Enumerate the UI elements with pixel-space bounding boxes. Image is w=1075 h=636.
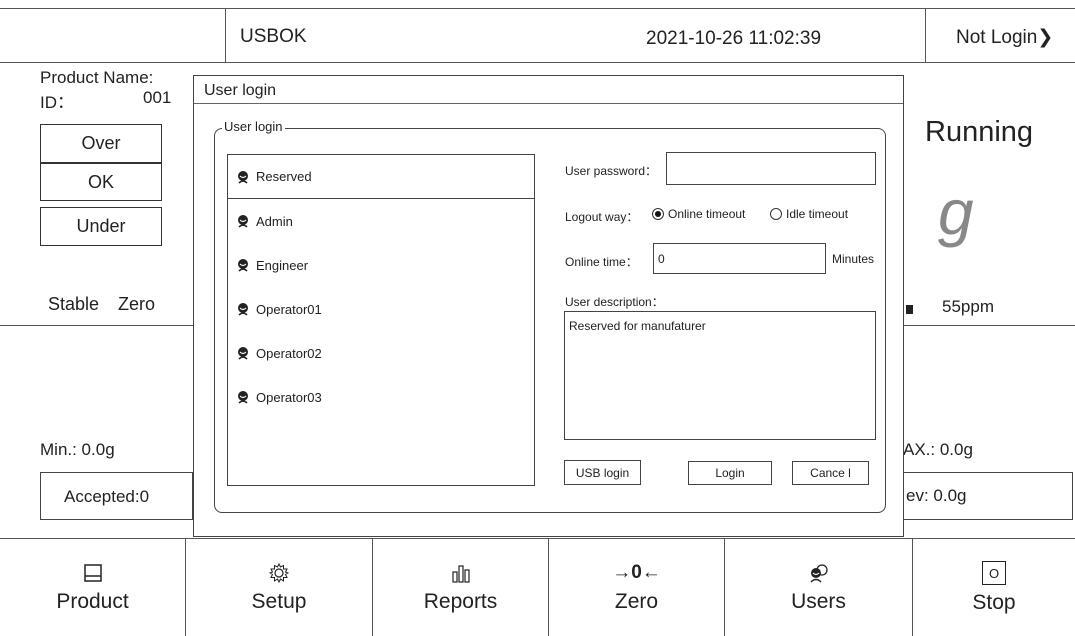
nav-product-button[interactable]: Product	[0, 540, 185, 636]
nav-divider	[0, 538, 1075, 539]
password-input[interactable]	[666, 152, 876, 185]
bar-chart-icon	[451, 565, 470, 583]
user-item-label: Engineer	[256, 257, 309, 273]
description-label: User description：	[565, 295, 664, 309]
nav-zero-button[interactable]: →0← Zero	[549, 540, 724, 636]
dev-value: ev: 0.0g	[906, 486, 967, 505]
status-marker	[906, 305, 913, 314]
radio-unchecked-icon	[770, 208, 782, 220]
max-value: AX.: 0.0g	[903, 440, 973, 459]
datetime-display: 2021-10-26 11:02:39	[646, 28, 822, 49]
cancel-button[interactable]: Cance l	[792, 461, 869, 485]
zero-arrows-icon: →0←	[612, 562, 661, 583]
user-item-label: Reserved	[256, 169, 312, 184]
run-state: Running	[925, 116, 1034, 148]
nav-setup-label: Setup	[251, 590, 307, 613]
nav-reports-label: Reports	[423, 590, 498, 613]
radio-idle-timeout[interactable]: Idle timeout	[770, 207, 848, 221]
product-name-label: Product Name:	[40, 68, 154, 87]
radio-checked-icon	[652, 208, 664, 220]
chevron-right-icon: ❯	[1037, 27, 1054, 48]
user-item-label: Operator01	[256, 301, 322, 317]
gear-icon	[268, 562, 290, 584]
product-id-label: ID：	[40, 93, 74, 112]
login-status-button[interactable]: Not Login❯	[956, 26, 1053, 49]
stop-icon-glyph: O	[988, 565, 1000, 581]
user-avatar-icon	[238, 391, 248, 404]
list-item-operator01[interactable]: Operator01	[228, 287, 534, 331]
nav-stop-label: Stop	[972, 591, 1016, 614]
speed-indicator: 55ppm	[942, 297, 994, 316]
header-divider	[0, 62, 1075, 63]
minutes-label: Minutes	[832, 252, 875, 266]
stop-icon: O	[982, 561, 1006, 585]
user-login-dialog: User login User login Reserved Admin Eng…	[193, 75, 904, 537]
min-value: Min.: 0.0g	[40, 440, 115, 459]
user-item-label: Admin	[256, 213, 293, 229]
nav-setup-button[interactable]: Setup	[186, 540, 372, 636]
user-item-label: Operator03	[256, 389, 322, 405]
nav-reports-button[interactable]: Reports	[373, 540, 548, 636]
accepted-count: Accepted:0	[64, 487, 150, 506]
radio-idle-label: Idle timeout	[786, 207, 849, 221]
product-tray-icon	[83, 564, 102, 582]
user-avatar-icon	[238, 215, 248, 228]
status-over: Over	[40, 124, 162, 163]
users-icon	[809, 564, 828, 583]
password-label: User password：	[565, 164, 658, 178]
header-col-divider-2	[925, 8, 926, 62]
stable-indicator: Stable	[48, 294, 100, 314]
list-item-engineer[interactable]: Engineer	[228, 243, 534, 287]
usb-login-button[interactable]: USB login	[564, 460, 641, 485]
user-avatar-icon	[238, 259, 248, 272]
login-button[interactable]: Login	[688, 461, 772, 485]
online-time-label: Online time：	[565, 255, 638, 269]
group-title: User login	[222, 119, 285, 134]
nav-stop-button[interactable]: O Stop	[913, 540, 1075, 636]
app-name: USBOK	[240, 26, 307, 47]
dialog-title: User login	[204, 82, 277, 99]
list-item-admin[interactable]: Admin	[228, 199, 534, 243]
radio-online-label: Online timeout	[668, 207, 746, 221]
nav-zero-label: Zero	[614, 590, 659, 613]
list-item-reserved[interactable]: Reserved	[228, 155, 534, 199]
nav-users-label: Users	[791, 590, 846, 613]
list-item-operator03[interactable]: Operator03	[228, 375, 534, 419]
product-id-value: 001	[143, 88, 172, 107]
weight-unit: g	[938, 176, 974, 248]
dialog-title-divider	[194, 103, 903, 104]
nav-product-label: Product	[56, 590, 129, 613]
zero-indicator: Zero	[118, 294, 156, 314]
logout-way-label: Logout way：	[565, 210, 639, 224]
login-status-label: Not Login	[956, 27, 1038, 48]
user-avatar-icon	[238, 303, 248, 316]
radio-online-timeout[interactable]: Online timeout	[652, 207, 745, 221]
description-textarea[interactable]: Reserved for manufaturer	[564, 311, 876, 440]
user-avatar-icon	[238, 170, 248, 184]
user-list[interactable]: Reserved Admin Engineer Operator01 Opera…	[227, 154, 535, 486]
nav-users-button[interactable]: Users	[725, 540, 912, 636]
online-time-input[interactable]: 0	[653, 243, 826, 274]
status-under: Under	[40, 207, 162, 246]
status-ok: OK	[40, 163, 162, 201]
user-item-label: Operator02	[256, 345, 322, 361]
header-col-divider-1	[225, 8, 226, 62]
list-item-operator02[interactable]: Operator02	[228, 331, 534, 375]
top-border	[0, 8, 1075, 9]
user-avatar-icon	[238, 347, 248, 360]
